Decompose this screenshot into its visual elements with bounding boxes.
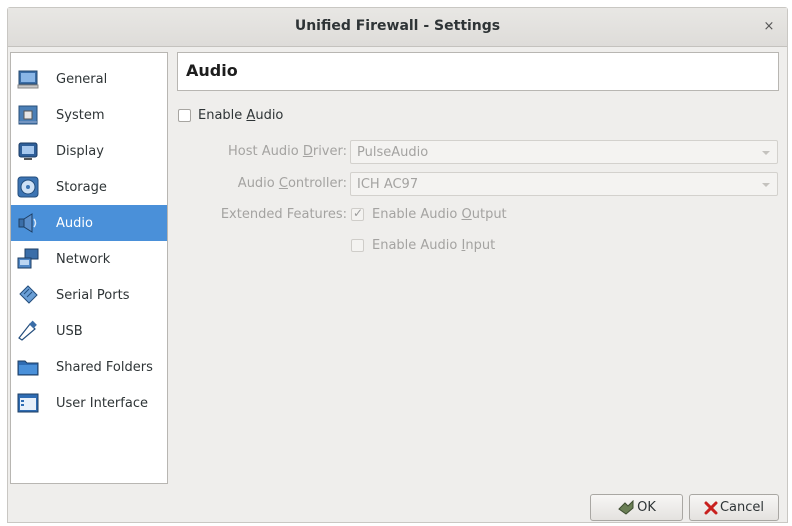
cancel-icon <box>704 501 718 514</box>
window-title: Unified Firewall - Settings <box>294 18 501 34</box>
speaker-icon <box>18 213 37 233</box>
enable-audio-input-checkbox[interactable]: Enable Audio Input <box>351 238 495 253</box>
close-icon[interactable]: × <box>764 19 775 34</box>
title-bar[interactable]: Unified Firewall - Settings × <box>8 8 787 47</box>
sidebar-item-audio[interactable]: Audio <box>11 205 167 241</box>
enable-audio-output-label: Enable Audio Output <box>372 207 507 222</box>
ok-icon <box>618 499 634 515</box>
host-audio-driver-select[interactable]: PulseAudio <box>350 140 778 164</box>
sidebar-item-general[interactable]: General <box>11 61 167 97</box>
sidebar-item-network[interactable]: Network <box>11 241 167 277</box>
audio-controller-label: Audio Controller: <box>237 176 347 191</box>
display-icon <box>18 142 38 160</box>
audio-controller-select[interactable]: ICH AC97 <box>350 172 778 196</box>
enable-audio-output-checkbox-box[interactable]: ✓ <box>351 206 364 221</box>
sidebar-item-label: General <box>56 71 108 87</box>
serial-port-icon <box>19 285 38 304</box>
page-header: Audio <box>177 52 779 91</box>
enable-audio-label: Enable Audio <box>198 108 284 123</box>
sidebar-item-serial-ports[interactable]: Serial Ports <box>11 277 167 313</box>
chip-icon <box>18 105 38 125</box>
sidebar-item-label: USB <box>56 323 83 339</box>
network-icon <box>17 248 39 269</box>
host-audio-driver-value: PulseAudio <box>357 145 429 160</box>
settings-sidebar: General System Display Storage Audio Net… <box>10 52 168 484</box>
enable-audio-input-label: Enable Audio Input <box>372 238 496 253</box>
sidebar-item-label: Audio <box>56 215 93 231</box>
audio-controller-value: ICH AC97 <box>357 177 419 192</box>
chevron-down-icon <box>762 183 770 187</box>
usb-icon <box>18 320 37 341</box>
enable-audio-checkbox-box[interactable] <box>178 109 191 122</box>
sidebar-item-label: Display <box>56 143 104 159</box>
window-icon <box>17 393 39 413</box>
sidebar-item-storage[interactable]: Storage <box>11 169 167 205</box>
checkmark-icon: ✓ <box>353 206 364 220</box>
extended-features-label: Extended Features: <box>220 207 347 222</box>
enable-audio-checkbox[interactable]: Enable Audio <box>178 108 283 123</box>
page-title: Audio <box>186 61 238 80</box>
sidebar-item-label: Storage <box>56 179 107 195</box>
close-button[interactable]: × <box>759 17 779 37</box>
sidebar-item-user-interface[interactable]: User Interface <box>11 385 167 421</box>
enable-audio-input-checkbox-box[interactable] <box>351 239 364 252</box>
ok-button[interactable]: OK <box>590 494 683 521</box>
chevron-down-icon <box>762 151 770 155</box>
sidebar-item-label: Serial Ports <box>56 287 130 303</box>
cancel-button-label: Cancel <box>719 500 765 515</box>
ok-button-label: OK <box>637 500 656 515</box>
host-audio-driver-label: Host Audio Driver: <box>228 144 347 159</box>
sidebar-item-label: User Interface <box>56 395 148 411</box>
folder-icon <box>17 360 39 376</box>
disc-icon <box>17 176 39 198</box>
sidebar-item-system[interactable]: System <box>11 97 167 133</box>
sidebar-item-label: Shared Folders <box>56 359 153 375</box>
sidebar-item-usb[interactable]: USB <box>11 313 167 349</box>
cancel-button[interactable]: Cancel <box>689 494 779 521</box>
sidebar-item-label: System <box>56 107 105 123</box>
monitor-icon <box>17 70 39 89</box>
sidebar-item-label: Network <box>56 251 111 267</box>
sidebar-item-shared-folders[interactable]: Shared Folders <box>11 349 167 385</box>
sidebar-item-display[interactable]: Display <box>11 133 167 169</box>
enable-audio-output-checkbox[interactable]: ✓ Enable Audio Output <box>351 206 507 222</box>
